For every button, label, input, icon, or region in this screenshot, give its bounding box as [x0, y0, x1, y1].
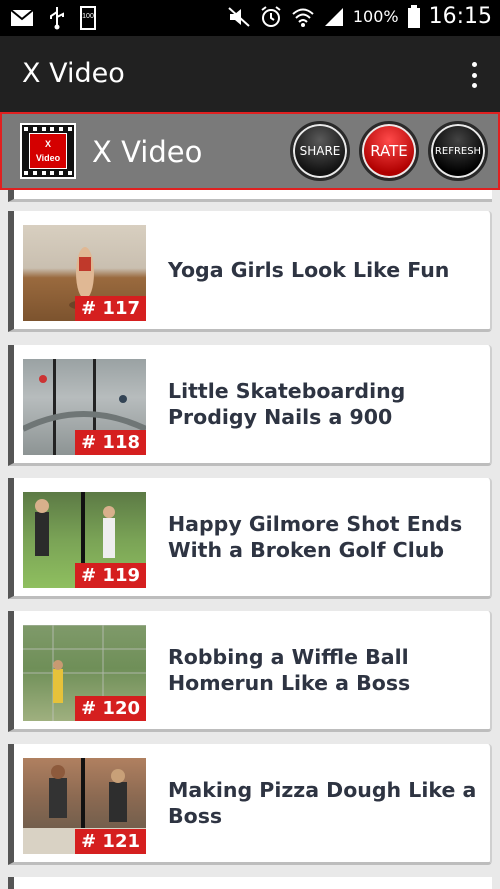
video-thumbnail: # 120: [23, 625, 146, 721]
refresh-button-label: REFRESH: [434, 145, 482, 157]
video-list[interactable]: # 117 Yoga Girls Look Like Fun # 118 Lit…: [0, 190, 500, 889]
list-item[interactable]: # 117 Yoga Girls Look Like Fun: [8, 211, 492, 332]
battery-small-icon: 100: [80, 6, 96, 30]
battery-icon: [407, 4, 420, 28]
list-item-partial: [8, 877, 492, 889]
action-bar: X Video: [0, 36, 500, 112]
share-button[interactable]: SHARE: [290, 121, 350, 181]
refresh-button[interactable]: REFRESH: [428, 121, 488, 181]
header-title: X Video: [92, 135, 203, 169]
video-thumbnail: # 118: [23, 359, 146, 455]
video-title: Happy Gilmore Shot Ends With a Broken Go…: [168, 512, 463, 562]
battery-percent: 100%: [352, 7, 399, 26]
video-title: Yoga Girls Look Like Fun: [168, 258, 450, 282]
video-number-badge: # 117: [75, 296, 146, 321]
video-title: Robbing a Wiffle Ball Homerun Like a Bos…: [168, 645, 411, 695]
rate-button-label: RATE: [370, 142, 408, 160]
alarm-icon: [261, 5, 281, 27]
video-title: Making Pizza Dough Like a Boss: [168, 778, 477, 828]
list-item[interactable]: # 121 Making Pizza Dough Like a Boss: [8, 744, 492, 865]
list-item[interactable]: # 119 Happy Gilmore Shot Ends With a Bro…: [8, 478, 492, 599]
header-banner: X Video X Video SHARE RATE REFRESH: [0, 112, 500, 190]
video-title: Little Skateboarding Prodigy Nails a 900: [168, 379, 406, 429]
app-title: X Video: [22, 58, 125, 89]
video-thumbnail: # 117: [23, 225, 146, 321]
app-logo: X Video: [20, 123, 76, 179]
list-item-partial: [8, 190, 492, 202]
status-bar: 100 100% 16:15: [0, 0, 500, 36]
video-number-badge: # 118: [75, 430, 146, 455]
logo-label: X Video: [29, 133, 67, 169]
mute-icon: [228, 6, 250, 27]
rate-button[interactable]: RATE: [359, 121, 419, 181]
video-number-badge: # 119: [75, 563, 146, 588]
list-item[interactable]: # 118 Little Skateboarding Prodigy Nails…: [8, 345, 492, 466]
signal-icon: [324, 7, 343, 26]
clock: 16:15: [428, 4, 492, 29]
video-number-badge: # 121: [75, 829, 146, 854]
mail-icon: [10, 9, 34, 26]
battery-small-label: 100: [82, 13, 94, 20]
list-item[interactable]: # 120 Robbing a Wiffle Ball Homerun Like…: [8, 611, 492, 732]
status-system: 100% 16:15: [227, 4, 492, 29]
video-thumbnail: # 119: [23, 492, 146, 588]
status-notifications: 100: [10, 6, 96, 30]
overflow-menu-icon[interactable]: [468, 62, 480, 88]
wifi-icon: [292, 8, 314, 27]
video-thumbnail: # 121: [23, 758, 146, 854]
usb-icon: [50, 7, 64, 30]
video-number-badge: # 120: [75, 696, 146, 721]
share-button-label: SHARE: [299, 144, 341, 158]
